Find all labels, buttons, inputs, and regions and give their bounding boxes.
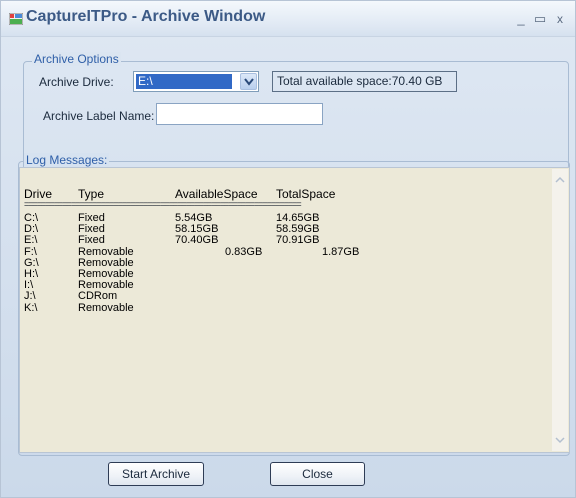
log-separator: ========================================… — [24, 201, 302, 208]
window-title: CaptureITPro - Archive Window — [26, 8, 266, 25]
archive-drive-label: Archive Drive: — [39, 75, 114, 89]
archive-label-name-input[interactable] — [156, 103, 323, 125]
log-scrollbar[interactable] — [552, 169, 568, 451]
log-column-total: TotalSpace — [276, 187, 336, 201]
log-total: 70.91GB — [276, 234, 320, 247]
log-available: 70.40GB — [175, 234, 219, 247]
minimize-button[interactable]: _ — [513, 11, 529, 27]
log-rows: C:\ Fixed 5.54GB 14.65GB D:\ Fixed 58.15… — [24, 213, 444, 314]
scroll-down-icon[interactable] — [555, 435, 565, 445]
log-drive: K:\ — [24, 301, 38, 314]
close-window-button[interactable]: x — [552, 11, 568, 27]
start-archive-button[interactable]: Start Archive — [108, 462, 204, 486]
maximize-button[interactable]: ▭ — [532, 11, 548, 27]
chevron-down-icon — [244, 78, 254, 86]
archive-label-name-label: Archive Label Name: — [43, 109, 155, 123]
log-messages-textbox[interactable]: Drive Type AvailableSpace TotalSpace ===… — [19, 167, 570, 453]
archive-window: CaptureITPro - Archive Window _ ▭ x Arch… — [0, 0, 576, 498]
available-space-readout: Total available space:70.40 GB — [272, 71, 457, 92]
app-icon — [9, 13, 23, 25]
log-drive: F:\ — [24, 245, 37, 258]
log-total: 1.87GB — [322, 245, 360, 258]
log-header-row: Drive Type AvailableSpace TotalSpace — [24, 187, 424, 201]
log-row: E:\ Fixed 70.40GB 70.91GB — [24, 235, 444, 246]
log-type: Fixed — [78, 234, 105, 247]
log-row: J:\ CDRom — [24, 291, 444, 302]
log-available: 0.83GB — [225, 245, 263, 258]
scroll-up-icon[interactable] — [555, 175, 565, 185]
title-bar[interactable]: CaptureITPro - Archive Window _ ▭ x — [1, 1, 575, 37]
log-drive: J:\ — [24, 290, 36, 303]
log-type: CDRom — [78, 290, 118, 303]
archive-drive-value: E:\ — [136, 74, 232, 89]
dropdown-arrow-button[interactable] — [240, 73, 257, 90]
log-row: K:\ Removable — [24, 301, 444, 314]
log-column-drive: Drive — [24, 187, 53, 201]
log-column-type: Type — [78, 187, 105, 201]
log-drive: E:\ — [24, 234, 38, 247]
archive-options-legend: Archive Options — [32, 52, 121, 66]
archive-drive-select[interactable]: E:\ — [133, 71, 259, 92]
log-type: Removable — [78, 301, 134, 314]
log-column-available: AvailableSpace — [175, 187, 258, 201]
close-button[interactable]: Close — [270, 462, 365, 486]
log-messages-legend: Log Messages: — [24, 153, 110, 167]
log-type: Removable — [78, 245, 134, 258]
